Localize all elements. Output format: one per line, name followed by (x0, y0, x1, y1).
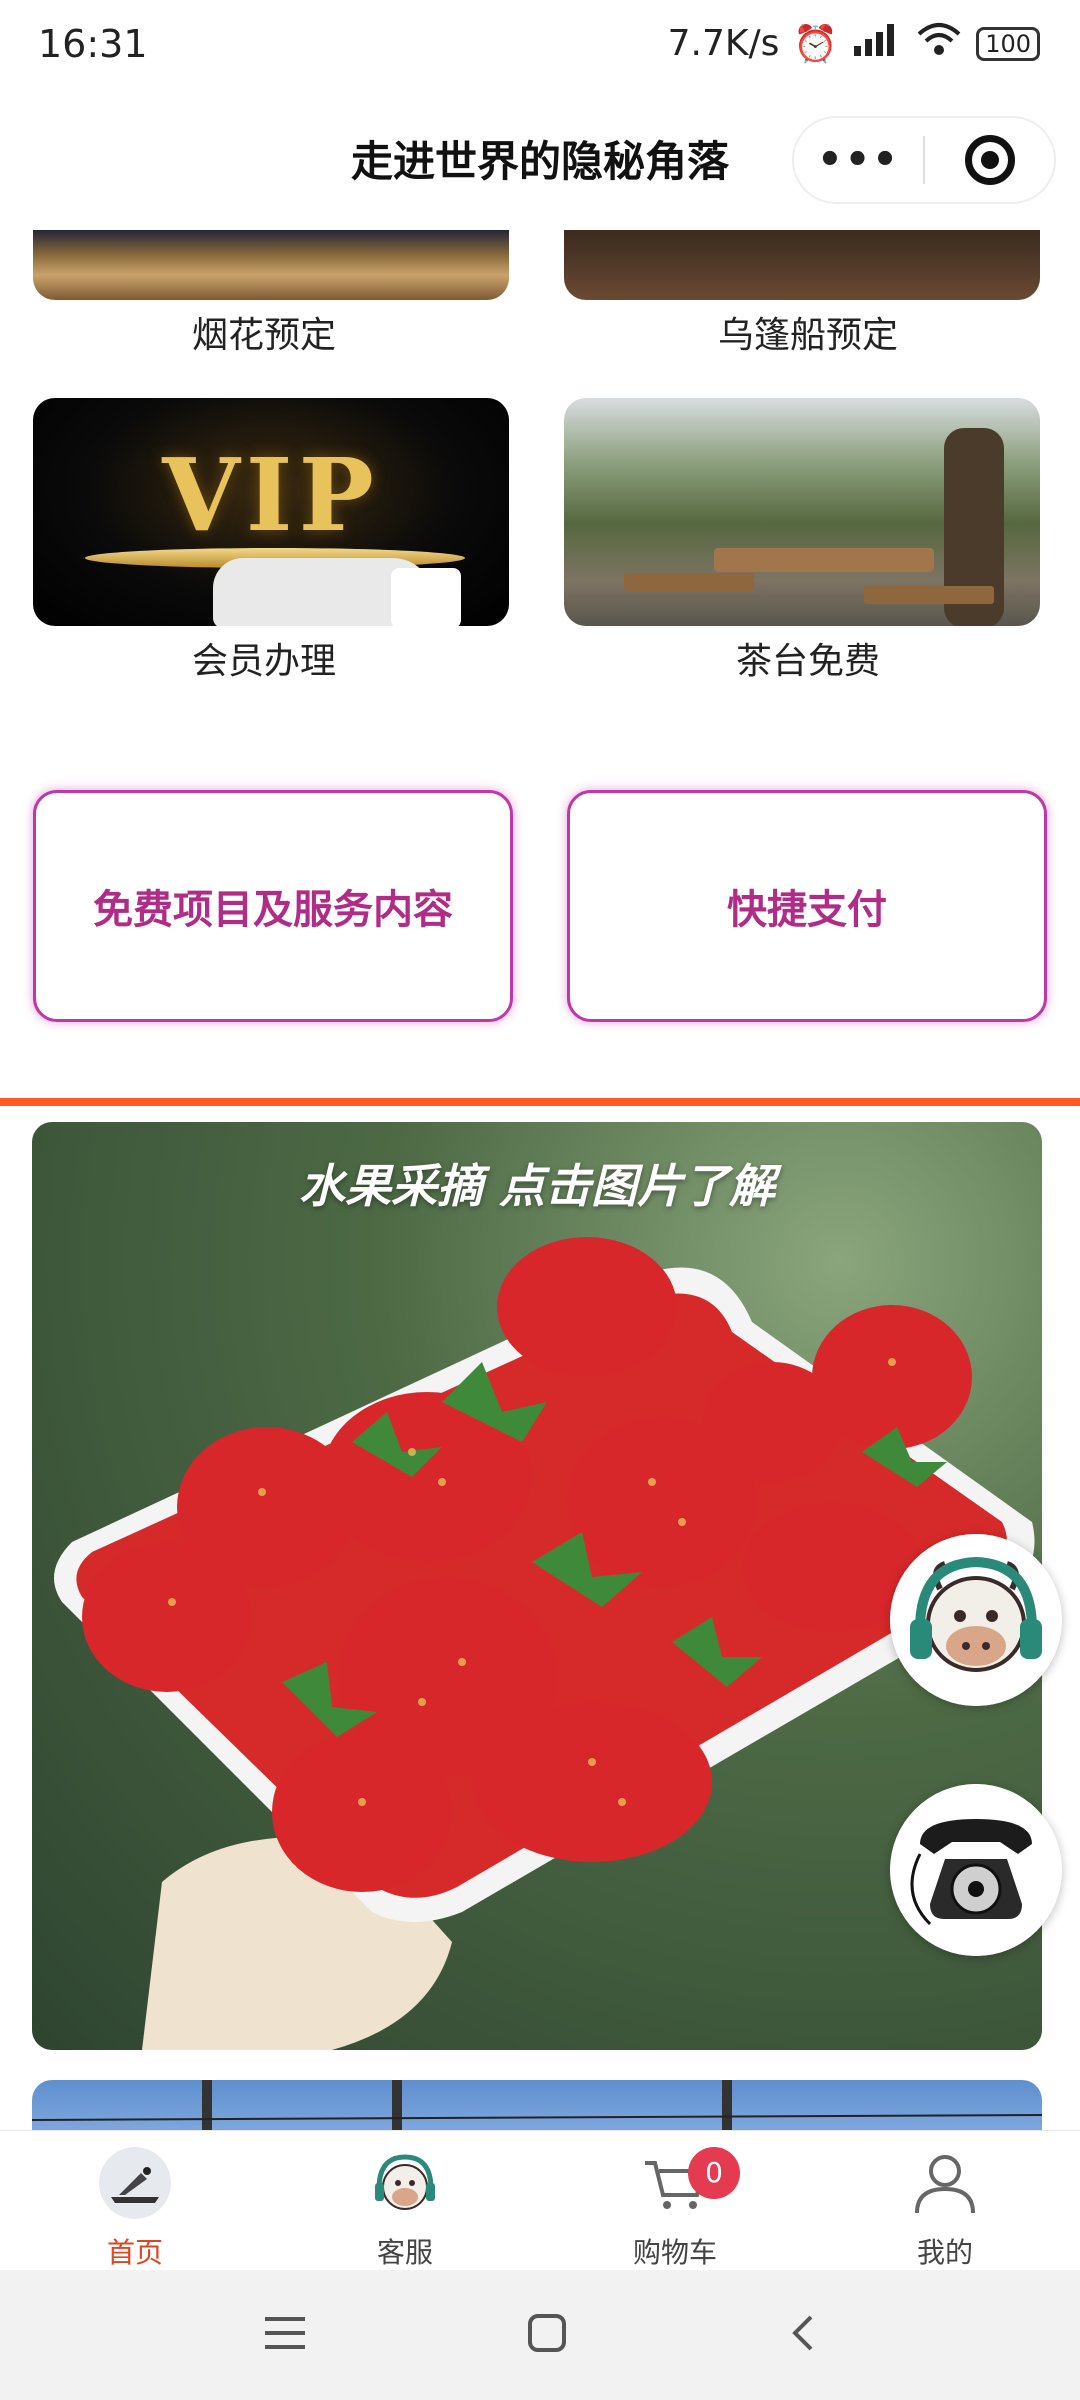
target-icon (964, 135, 1015, 185)
boat-image[interactable] (564, 230, 1040, 300)
status-indicators: 7.7K/s ⏰ 100 (668, 22, 1040, 65)
home-square-icon[interactable] (527, 2313, 567, 2357)
fireworks-image[interactable] (33, 230, 509, 300)
tab-label-home: 首页 (106, 2236, 163, 2269)
cow-headset-icon (890, 1534, 1062, 1706)
cart-count-badge: 0 (688, 2147, 740, 2199)
vip-logo-text: VIP (162, 436, 380, 554)
power-lines-illustration (32, 2080, 1042, 2130)
wooden-table (714, 548, 934, 572)
home-icon (97, 2145, 173, 2221)
customer-service-icon (367, 2145, 443, 2221)
wooden-bench (624, 573, 754, 591)
customer-service-float-button[interactable] (890, 1534, 1062, 1706)
grid-item-label: 茶台免费 (735, 641, 880, 682)
signal-icon (852, 22, 902, 65)
vip-cuff (391, 568, 461, 626)
strawberry-basket-illustration (54, 1237, 1035, 2050)
section-divider (0, 1098, 1080, 1106)
tab-label-cart: 购物车 (632, 2236, 717, 2269)
vip-image[interactable]: VIP (33, 398, 509, 626)
network-speed: 7.7K/s (667, 23, 780, 64)
tab-profile[interactable]: 我的 (810, 2131, 1080, 2270)
mini-program-capsule: ••• (792, 116, 1056, 204)
fruit-picking-banner[interactable]: 水果采摘 点击图片了解 (32, 1122, 1042, 2050)
status-time: 16:31 (38, 22, 148, 66)
grid-item-label: 烟花预定 (191, 315, 336, 356)
bottom-tab-bar: 首页 客服 0 购物车 我的 (0, 2130, 1080, 2270)
menu-icon[interactable] (263, 2313, 307, 2357)
tea-table-image[interactable] (564, 398, 1040, 626)
tab-customer-service[interactable]: 客服 (270, 2131, 540, 2270)
tab-label-customer-service: 客服 (376, 2236, 433, 2269)
quick-pay-button[interactable]: 快捷支付 (567, 790, 1047, 1022)
grid-item-label: 会员办理 (191, 641, 336, 682)
tab-cart[interactable]: 0 购物车 (540, 2131, 810, 2270)
telephone-icon (890, 1784, 1062, 1956)
more-options-button[interactable]: ••• (794, 137, 923, 183)
user-icon (907, 2145, 983, 2221)
grid-item-label: 乌篷船预定 (717, 315, 898, 356)
battery-indicator: 100 (976, 26, 1040, 61)
tab-label-profile: 我的 (916, 2236, 973, 2269)
back-icon[interactable] (787, 2313, 817, 2357)
status-bar: 16:31 7.7K/s ⏰ 100 (0, 0, 1080, 90)
title-bar: 走进世界的隐秘角落 ••• (0, 90, 1080, 230)
free-services-button[interactable]: 免费项目及服务内容 (33, 790, 513, 1022)
free-services-label: 免费项目及服务内容 (93, 887, 453, 933)
quick-pay-label: 快捷支付 (727, 887, 887, 933)
tab-home[interactable]: 首页 (0, 2131, 270, 2270)
wifi-icon (916, 22, 962, 65)
wooden-bench (864, 586, 994, 604)
phone-call-float-button[interactable] (890, 1784, 1062, 1956)
alarm-icon: ⏰ (793, 23, 839, 65)
banner-title: 水果采摘 点击图片了解 (298, 1159, 775, 1213)
next-banner-image[interactable] (32, 2080, 1042, 2130)
system-navigation-bar (0, 2270, 1080, 2400)
close-button[interactable] (925, 135, 1054, 185)
